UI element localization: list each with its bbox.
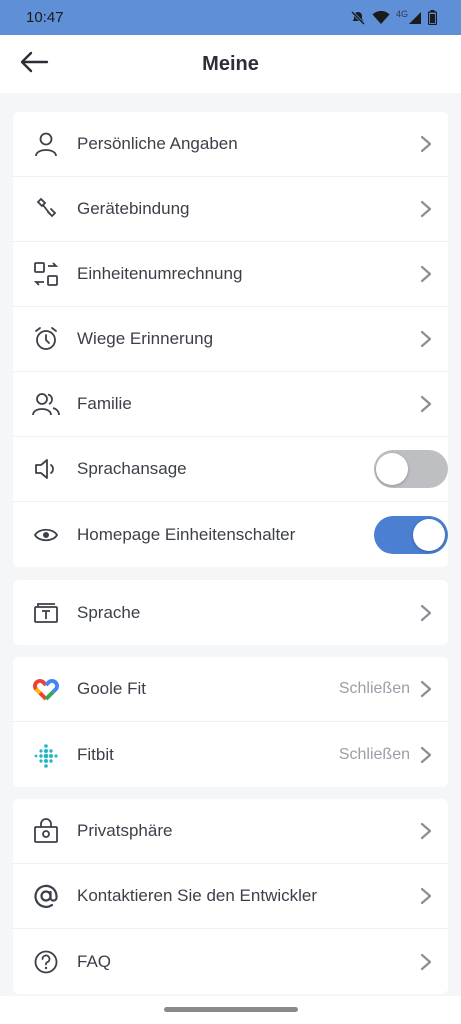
row-label: Kontaktieren Sie den Entwickler bbox=[77, 886, 318, 905]
chevron-right-icon bbox=[420, 821, 434, 841]
signal-icon bbox=[408, 11, 422, 25]
row-fitbit[interactable]: Fitbit Schließen bbox=[13, 722, 448, 787]
settings-group-general: Persönliche Angaben Gerätebindung Einhei… bbox=[13, 112, 448, 567]
row-faq[interactable]: FAQ bbox=[13, 929, 448, 994]
toggle-knob bbox=[413, 518, 445, 551]
row-language[interactable]: Sprache bbox=[13, 580, 448, 645]
people-icon bbox=[31, 389, 61, 419]
homepage-unit-switch-toggle[interactable] bbox=[374, 515, 448, 554]
chevron-right-icon bbox=[420, 394, 434, 414]
settings-group-language: Sprache bbox=[13, 580, 448, 645]
language-icon bbox=[31, 598, 61, 628]
eye-icon bbox=[31, 520, 61, 550]
status-icons: 4G bbox=[350, 8, 437, 26]
row-label: FAQ bbox=[77, 951, 112, 971]
row-personal-info[interactable]: Persönliche Angaben bbox=[13, 112, 448, 177]
mute-icon bbox=[350, 10, 366, 26]
chevron-right-icon bbox=[420, 886, 434, 906]
fitbit-icon bbox=[31, 740, 61, 770]
speaker-icon bbox=[31, 454, 61, 484]
toggle-knob bbox=[376, 453, 408, 485]
chevron-right-icon bbox=[420, 329, 434, 349]
status-value: Schließen bbox=[338, 680, 410, 697]
row-label: Persönliche Angaben bbox=[77, 134, 238, 153]
person-icon bbox=[31, 129, 61, 159]
row-google-fit[interactable]: Goole Fit Schließen bbox=[13, 657, 448, 722]
navigation-bar bbox=[0, 996, 461, 1024]
alarm-clock-icon bbox=[31, 324, 61, 354]
status-bar: 10:47 4G bbox=[0, 0, 461, 35]
chevron-right-icon bbox=[420, 264, 434, 284]
chevron-right-icon bbox=[420, 603, 434, 623]
chevron-right-icon bbox=[420, 745, 434, 765]
row-label: Goole Fit bbox=[77, 679, 146, 698]
privacy-lock-icon bbox=[31, 816, 61, 846]
row-unit-conversion[interactable]: Einheitenumrechnung bbox=[13, 242, 448, 307]
row-family[interactable]: Familie bbox=[13, 372, 448, 437]
google-fit-icon bbox=[31, 674, 61, 704]
arrow-left-icon bbox=[19, 51, 49, 78]
wifi-icon bbox=[372, 10, 390, 25]
row-label: Privatsphäre bbox=[77, 821, 173, 840]
row-label: Sprache bbox=[77, 602, 141, 622]
row-homepage-unit-switch: Homepage Einheitenschalter bbox=[13, 502, 448, 567]
settings-group-integrations: Goole Fit Schließen Fitbit Schließen bbox=[13, 657, 448, 787]
status-time: 10:47 bbox=[26, 9, 64, 26]
row-contact-developer[interactable]: Kontaktieren Sie den Entwickler bbox=[13, 864, 448, 929]
row-voice-announcement: Sprachansage bbox=[13, 437, 448, 502]
back-button[interactable] bbox=[18, 50, 50, 78]
home-indicator[interactable] bbox=[164, 1007, 298, 1012]
row-device-binding[interactable]: Gerätebindung bbox=[13, 177, 448, 242]
row-privacy[interactable]: Privatsphäre bbox=[13, 799, 448, 864]
voice-announcement-toggle[interactable] bbox=[374, 450, 448, 488]
row-label: Homepage Einheitenschalter bbox=[77, 524, 296, 544]
network-type: 4G bbox=[395, 8, 408, 19]
battery-icon bbox=[428, 10, 437, 25]
row-label: Sprachansage bbox=[77, 459, 187, 478]
link-icon bbox=[31, 194, 61, 224]
status-value: Schließen bbox=[338, 745, 410, 763]
row-weigh-reminder[interactable]: Wiege Erinnerung bbox=[13, 307, 448, 372]
row-label: Einheitenumrechnung bbox=[77, 264, 243, 283]
row-label: Gerätebindung bbox=[77, 199, 190, 218]
at-sign-icon bbox=[31, 881, 61, 911]
settings-group-support: Privatsphäre Kontaktieren Sie den Entwic… bbox=[13, 799, 448, 994]
chevron-right-icon bbox=[420, 679, 434, 699]
chevron-right-icon bbox=[420, 952, 434, 972]
row-label: Wiege Erinnerung bbox=[77, 329, 214, 348]
unit-convert-icon bbox=[31, 259, 61, 289]
chevron-right-icon bbox=[420, 134, 434, 154]
page-title: Meine bbox=[202, 52, 259, 75]
question-circle-icon bbox=[31, 947, 61, 977]
chevron-right-icon bbox=[420, 199, 434, 219]
row-label: Fitbit bbox=[77, 744, 114, 764]
app-header: Meine bbox=[0, 35, 461, 93]
row-label: Familie bbox=[77, 394, 132, 413]
